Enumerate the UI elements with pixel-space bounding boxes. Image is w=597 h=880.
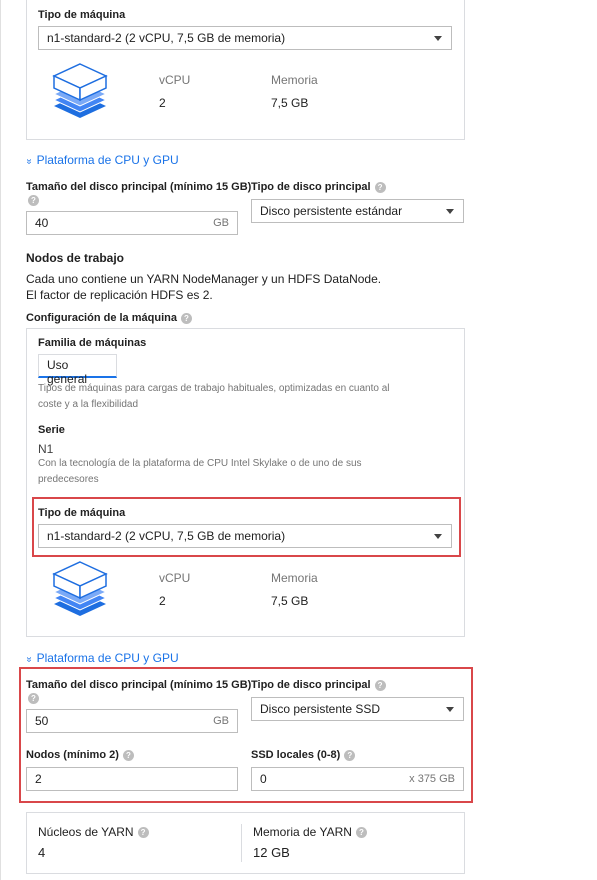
help-icon[interactable]: ? <box>180 312 192 324</box>
help-icon[interactable]: ? <box>344 749 356 761</box>
workers-nodes-label: Nodos (mínimo 2)? <box>26 749 134 761</box>
help-icon[interactable]: ? <box>374 679 386 691</box>
yarn-cores-label-text: Núcleos de YARN <box>38 825 134 839</box>
dropdown-arrow-icon <box>446 707 454 712</box>
help-icon[interactable]: ? <box>355 827 367 839</box>
workers-ssd-label-text: SSD locales (0-8) <box>251 749 341 761</box>
help-icon[interactable]: ? <box>28 693 39 705</box>
workers-series-desc-line1: Con la tecnología de la plataforma de CP… <box>38 458 362 469</box>
machine-chip-icon <box>52 561 108 616</box>
workers-disk-size-help: ? <box>24 691 39 705</box>
workers-family-desc-line2: coste y a la flexibilidad <box>38 399 139 410</box>
yarn-divider <box>241 824 242 862</box>
workers-vcpu-value: 2 <box>159 594 166 608</box>
workers-disk-type-label-text: Tipo de disco principal <box>251 679 371 691</box>
workers-memory-label: Memoria <box>271 571 318 585</box>
workers-nodes-value: 2 <box>35 772 42 786</box>
master-memory-value: 7,5 GB <box>271 96 309 110</box>
workers-ssd-label: SSD locales (0-8)? <box>251 749 356 761</box>
workers-series-label: Serie <box>38 424 65 436</box>
workers-disk-size-label: Tamaño del disco principal (mínimo 15 GB… <box>26 679 252 691</box>
workers-heading: Nodos de trabajo <box>26 251 125 265</box>
workers-family-label: Familia de máquinas <box>38 337 147 349</box>
workers-desc-line2: El factor de replicación HDFS es 2. <box>26 288 213 302</box>
workers-series-desc-line2: predecesores <box>38 474 99 485</box>
machine-chip-icon <box>52 63 108 118</box>
workers-family-desc-line1: Tipos de máquinas para cargas de trabajo… <box>38 383 390 394</box>
page-edge <box>0 0 1 880</box>
family-tab-general-purpose[interactable]: Uso general <box>38 354 117 386</box>
yarn-memory-label-text: Memoria de YARN <box>253 825 352 839</box>
yarn-memory-value: 12 GB <box>253 845 290 860</box>
workers-nodes-input[interactable]: 2 <box>26 767 238 791</box>
dropdown-arrow-icon <box>446 209 454 214</box>
workers-machine-config-label-text: Configuración de la máquina <box>26 312 177 324</box>
yarn-summary-card <box>26 812 465 874</box>
workers-vcpu-label: vCPU <box>159 571 191 585</box>
help-icon[interactable]: ? <box>122 749 134 761</box>
workers-ssd-input[interactable]: 0 x 375 GB <box>251 767 464 791</box>
workers-disk-size-input[interactable]: 50 GB <box>26 709 238 733</box>
master-vcpu-value: 2 <box>159 96 166 110</box>
master-cpu-gpu-toggle[interactable]: » Plataforma de CPU y GPU <box>23 153 179 167</box>
workers-nodes-label-text: Nodos (mínimo 2) <box>26 749 119 761</box>
master-cpu-gpu-link: Plataforma de CPU y GPU <box>36 153 179 167</box>
workers-cpu-gpu-toggle[interactable]: » Plataforma de CPU y GPU <box>23 651 179 665</box>
master-vcpu-label: vCPU <box>159 73 191 87</box>
workers-disk-type-label: Tipo de disco principal? <box>251 679 386 691</box>
dropdown-arrow-icon <box>434 36 442 41</box>
master-machine-type-select[interactable]: n1-standard-2 (2 vCPU, 7,5 GB de memoria… <box>38 26 452 50</box>
master-machine-type-value: n1-standard-2 (2 vCPU, 7,5 GB de memoria… <box>47 31 286 45</box>
master-disk-size-input[interactable]: 40 GB <box>26 211 238 235</box>
yarn-cores-value: 4 <box>38 845 46 860</box>
yarn-cores-label: Núcleos de YARN? <box>38 825 149 839</box>
workers-disk-type-value: Disco persistente SSD <box>260 702 381 716</box>
workers-machine-type-label: Tipo de máquina <box>38 507 126 519</box>
master-disk-size-label: Tamaño del disco principal (mínimo 15 GB… <box>26 181 252 193</box>
workers-series-value: N1 <box>38 442 54 456</box>
master-disk-type-label-text: Tipo de disco principal <box>251 181 371 193</box>
workers-memory-value: 7,5 GB <box>271 594 309 608</box>
chevron-down-icon: » <box>23 158 35 165</box>
master-disk-type-select[interactable]: Disco persistente estándar <box>251 199 464 223</box>
workers-disk-type-select[interactable]: Disco persistente SSD <box>251 697 464 721</box>
master-memory-label: Memoria <box>271 73 318 87</box>
help-icon[interactable]: ? <box>137 827 149 839</box>
workers-cpu-gpu-link: Plataforma de CPU y GPU <box>36 651 179 665</box>
chevron-down-icon: » <box>23 656 35 663</box>
help-icon[interactable]: ? <box>374 181 386 193</box>
dropdown-arrow-icon <box>434 534 442 539</box>
workers-machine-config-label: Configuración de la máquina? <box>26 312 192 324</box>
master-machine-type-label: Tipo de máquina <box>38 9 126 21</box>
yarn-memory-label: Memoria de YARN? <box>253 825 367 839</box>
workers-ssd-value: 0 <box>260 772 267 786</box>
workers-disk-size-suffix: GB <box>213 715 229 727</box>
workers-machine-type-select[interactable]: n1-standard-2 (2 vCPU, 7,5 GB de memoria… <box>38 524 452 548</box>
workers-ssd-suffix: x 375 GB <box>409 773 455 785</box>
workers-disk-size-value: 50 <box>35 714 49 728</box>
master-disk-type-value: Disco persistente estándar <box>260 204 403 218</box>
workers-machine-type-value: n1-standard-2 (2 vCPU, 7,5 GB de memoria… <box>47 529 286 543</box>
workers-desc-line1: Cada uno contiene un YARN NodeManager y … <box>26 272 382 286</box>
master-disk-size-value: 40 <box>35 216 49 230</box>
master-disk-size-help: ? <box>24 193 39 207</box>
master-disk-type-label: Tipo de disco principal? <box>251 181 386 193</box>
help-icon[interactable]: ? <box>28 195 39 207</box>
master-disk-size-suffix: GB <box>213 217 229 229</box>
